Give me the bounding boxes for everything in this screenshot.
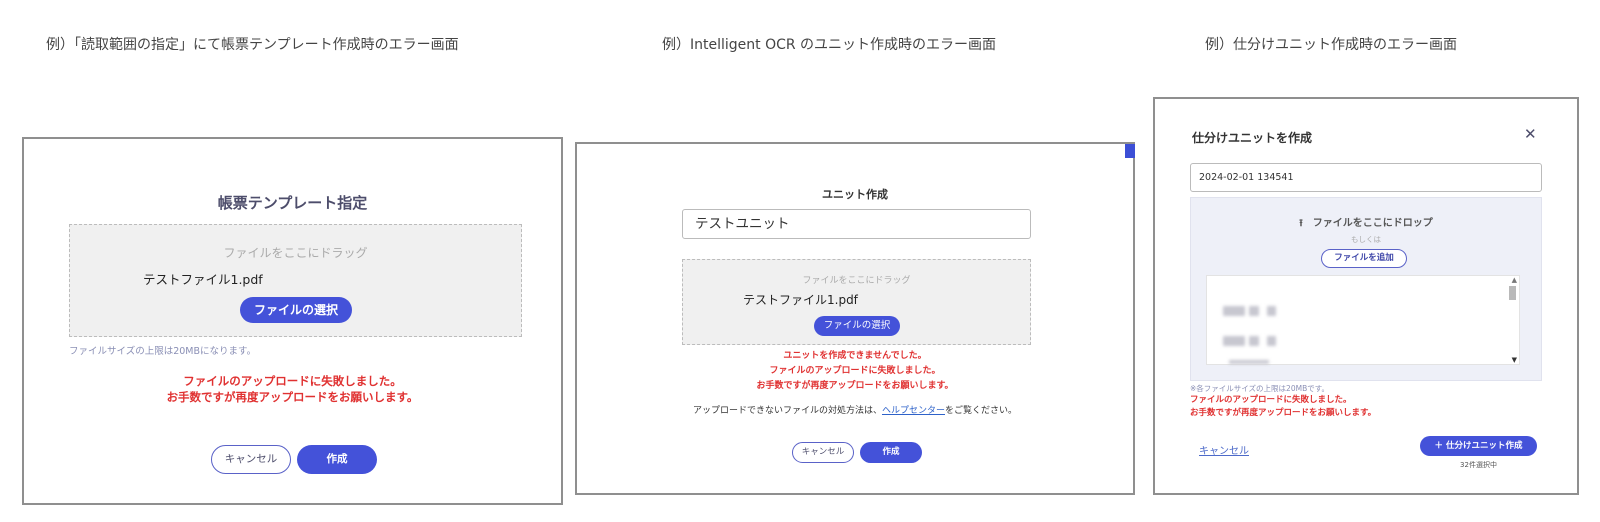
cancel-button[interactable]: キャンセル xyxy=(211,445,291,474)
add-file-button[interactable]: ファイルを追加 xyxy=(1321,249,1407,268)
blurred-file-item xyxy=(1249,306,1259,316)
create-button[interactable]: 作成 xyxy=(860,442,922,463)
scroll-down-icon[interactable]: ▼ xyxy=(1512,356,1517,364)
file-list[interactable]: ▲ ▼ xyxy=(1206,275,1520,365)
create-button[interactable]: 作成 xyxy=(297,445,377,474)
error-line: ユニットを作成できませんでした。 xyxy=(783,351,927,361)
caption-ocr-unit-error: 例）Intelligent OCR のユニット作成時のエラー画面 xyxy=(662,37,997,53)
error-line: お手数ですが再度アップロードをお願いします。 xyxy=(756,381,954,391)
file-size-note: ファイルサイズの上限は20MBになります。 xyxy=(69,346,257,357)
select-file-button[interactable]: ファイルの選択 xyxy=(814,316,900,336)
unit-name-input[interactable]: 2024-02-01 134541 xyxy=(1190,163,1542,192)
file-drop-zone[interactable]: ⭱ ファイルをここにドロップ もしくは ファイルを追加 ▲ ▼ xyxy=(1190,197,1542,381)
blurred-file-item xyxy=(1249,336,1259,346)
drop-label-row: ⭱ ファイルをここにドロップ xyxy=(1191,214,1541,233)
help-prefix: アップロードできないファイルの対処方法は、 xyxy=(692,406,882,416)
selected-file-name: テストファイル1.pdf xyxy=(143,272,263,287)
caption-template-error: 例）「読取範囲の指定」にて帳票テンプレート作成時のエラー画面 xyxy=(46,37,459,53)
caption-sorting-unit-error: 例）仕分けユニット作成時のエラー画面 xyxy=(1205,37,1457,53)
drop-label: ファイルをここにドロップ xyxy=(1312,218,1433,229)
scroll-up-icon[interactable]: ▲ xyxy=(1512,276,1517,284)
sorting-unit-dialog: 仕分けユニットを作成 ✕ 2024-02-01 134541 ⭱ ファイルをここに… xyxy=(1153,97,1579,495)
dialog-title: ユニット作成 xyxy=(822,188,888,201)
blurred-file-item xyxy=(1267,306,1276,316)
file-drop-zone[interactable]: ファイルをここにドラッグ テストファイル1.pdf ファイルの選択 xyxy=(69,224,522,337)
background-edge xyxy=(1125,144,1135,158)
error-message: ファイルのアップロードに失敗しました。 お手数ですが再度アップロードをお願いしま… xyxy=(24,373,561,405)
selected-file-name: テストファイル1.pdf xyxy=(743,293,858,307)
cancel-button[interactable]: キャンセル xyxy=(792,442,854,463)
selected-count: 32件選択中 xyxy=(1460,461,1497,469)
file-size-note: ※各ファイルサイズの上限は20MBです。 xyxy=(1190,384,1329,393)
create-sorting-unit-button[interactable]: ＋ 仕分けユニット作成 xyxy=(1420,436,1537,456)
blurred-file-item xyxy=(1229,360,1269,364)
blurred-file-item xyxy=(1267,336,1276,346)
blurred-file-item xyxy=(1223,306,1245,316)
help-center-link[interactable]: ヘルプセンター xyxy=(882,406,945,416)
select-file-button[interactable]: ファイルの選択 xyxy=(240,297,352,323)
unit-create-dialog: ユニット作成 テストユニット ファイルをここにドラッグ テストファイル1.pdf… xyxy=(575,142,1135,495)
error-message: ユニットを作成できませんでした。 ファイルのアップロードに失敗しました。 お手数… xyxy=(577,349,1133,394)
blurred-file-item xyxy=(1223,336,1245,346)
cancel-link[interactable]: キャンセル xyxy=(1199,442,1249,457)
or-text: もしくは xyxy=(1351,235,1381,244)
template-dialog: 帳票テンプレート指定 ファイルをここにドラッグ テストファイル1.pdf ファイ… xyxy=(22,137,563,505)
scrollbar-thumb[interactable] xyxy=(1509,286,1516,300)
drop-hint: ファイルをここにドラッグ xyxy=(223,246,368,260)
unit-name-input[interactable]: テストユニット xyxy=(682,209,1031,239)
error-line: ファイルのアップロードに失敗しました。 xyxy=(1190,395,1352,405)
close-icon[interactable]: ✕ xyxy=(1524,125,1537,143)
error-message: ファイルのアップロードに失敗しました。 お手数ですが再度アップロードをお願いしま… xyxy=(1190,394,1376,420)
drop-hint: ファイルをここにドラッグ xyxy=(802,276,911,286)
help-suffix: をご覧ください。 xyxy=(945,406,1018,416)
error-line: お手数ですが再度アップロードをお願いします。 xyxy=(1190,408,1377,418)
dialog-title: 帳票テンプレート指定 xyxy=(217,194,368,212)
dialog-title: 仕分けユニットを作成 xyxy=(1192,131,1313,145)
error-line: ファイルのアップロードに失敗しました。 xyxy=(769,366,941,376)
help-text: アップロードできないファイルの対処方法は、ヘルプセンターをご覧ください。 xyxy=(577,403,1133,416)
error-line: ファイルのアップロードに失敗しました。 xyxy=(183,374,402,388)
file-drop-zone[interactable]: ファイルをここにドラッグ テストファイル1.pdf ファイルの選択 xyxy=(682,259,1031,345)
upload-icon: ⭱ xyxy=(1299,218,1303,229)
error-line: お手数ですが再度アップロードをお願いします。 xyxy=(166,390,419,404)
